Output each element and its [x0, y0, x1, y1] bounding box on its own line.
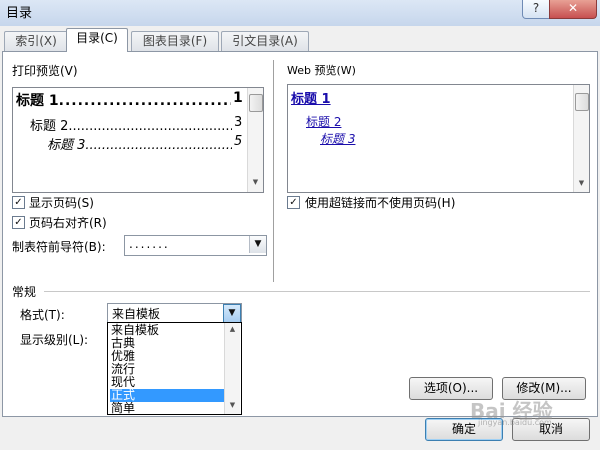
- scrollbar-thumb[interactable]: [249, 94, 263, 112]
- toc-level-2-line: 标题 2....................................…: [30, 119, 238, 134]
- toc-level-2-page: 3: [232, 115, 243, 130]
- toc-level-1-page: 1: [231, 90, 243, 106]
- use-hyperlinks-checkbox[interactable]: ✓: [287, 196, 300, 209]
- tab-table-of-authorities[interactable]: 引文目录(A): [221, 31, 309, 51]
- tab-index[interactable]: 索引(X): [4, 31, 68, 51]
- toc-level-2-text: 标题 2: [30, 119, 69, 134]
- chevron-down-icon[interactable]: ▼: [249, 236, 266, 253]
- web-preview-label: Web 预览(W): [287, 64, 356, 77]
- toc-level-3-text: 标题 3: [47, 138, 86, 153]
- format-dropdown[interactable]: 来自模板 ▼: [107, 303, 242, 324]
- tab-leader-label: 制表符前导符(B):: [12, 240, 106, 254]
- scroll-down-arrow-icon[interactable]: ▼: [574, 179, 589, 187]
- print-preview-label: 打印预览(V): [12, 64, 78, 78]
- show-levels-label: 显示级别(L):: [20, 333, 89, 347]
- close-button[interactable]: ✕: [549, 0, 597, 19]
- format-list-scrollbar[interactable]: ▲ ▼: [224, 323, 240, 414]
- format-option[interactable]: 简单: [110, 402, 224, 415]
- right-align-label: 页码右对齐(R): [29, 216, 107, 230]
- tab-leader-value: .......: [129, 237, 170, 251]
- chevron-down-icon[interactable]: ▼: [223, 304, 241, 323]
- show-page-numbers-checkbox[interactable]: ✓: [12, 196, 25, 209]
- tab-table-of-contents[interactable]: 目录(C): [66, 28, 128, 52]
- scrollbar-thumb[interactable]: [575, 93, 589, 111]
- watermark-url: jingyan.baidu.com: [478, 418, 552, 427]
- window-title: 目录: [6, 6, 33, 21]
- web-link-level-1[interactable]: 标题 1: [291, 88, 331, 107]
- web-preview-scrollbar[interactable]: ▼: [573, 85, 589, 192]
- print-preview-scrollbar[interactable]: ▼: [247, 88, 263, 192]
- print-preview-box: 标题 1............................... 1 标题…: [12, 87, 264, 193]
- general-section-label: 常规: [12, 285, 37, 299]
- toc-level-1-text: 标题 1: [16, 93, 59, 109]
- format-value: 来自模板: [112, 307, 161, 321]
- right-align-checkbox[interactable]: ✓: [12, 216, 25, 229]
- tab-leader-dropdown[interactable]: ....... ▼: [124, 235, 267, 256]
- scroll-up-arrow-icon[interactable]: ▲: [225, 325, 240, 333]
- format-options-list[interactable]: 来自模板 古典 优雅 流行 现代 正式 简单 ▲ ▼: [107, 322, 242, 415]
- scroll-down-arrow-icon[interactable]: ▼: [248, 178, 263, 186]
- web-preview-box: 标题 1 标题 2 标题 3 ▼: [287, 84, 590, 193]
- show-page-numbers-label: 显示页码(S): [29, 196, 94, 210]
- use-hyperlinks-label: 使用超链接而不使用页码(H): [305, 196, 456, 210]
- toc-level-3-line: 标题 3....................................…: [47, 138, 241, 153]
- title-bar: 目录 ? ✕: [0, 0, 600, 27]
- column-divider: [273, 60, 274, 282]
- tab-table-of-figures[interactable]: 图表目录(F): [131, 31, 219, 51]
- toc-level-1-line: 标题 1...............................: [16, 93, 242, 109]
- scroll-down-arrow-icon[interactable]: ▼: [225, 401, 240, 409]
- toc-level-3-page: 5: [232, 134, 243, 149]
- help-button[interactable]: ?: [522, 0, 550, 19]
- general-section-divider: [44, 291, 590, 292]
- format-label: 格式(T):: [20, 308, 65, 322]
- web-link-level-2[interactable]: 标题 2: [306, 113, 341, 130]
- web-link-level-3[interactable]: 标题 3: [320, 130, 355, 147]
